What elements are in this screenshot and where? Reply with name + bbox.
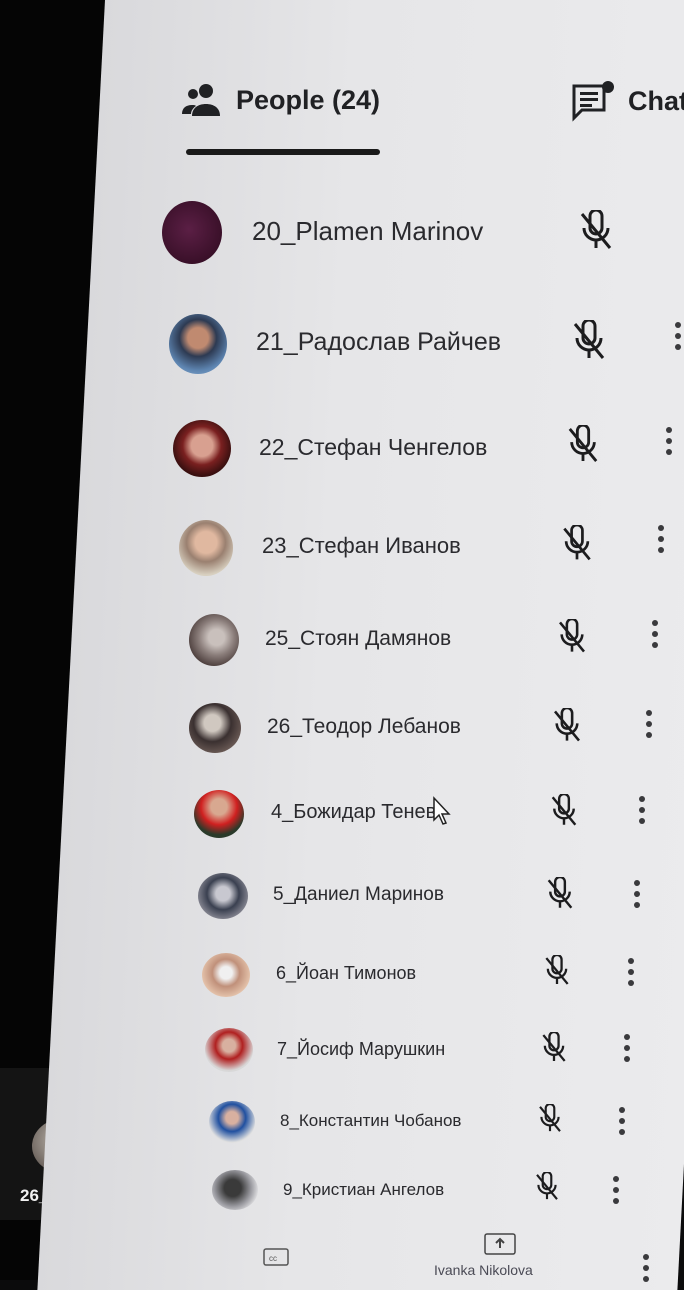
people-panel: People (24) Chat 20_Plamen Marinov 21_Ра…	[0, 0, 684, 1282]
more-options-icon[interactable]	[634, 880, 640, 908]
participant-name: 5_Даниел Маринов	[273, 884, 444, 905]
more-options-icon[interactable]	[613, 1176, 619, 1204]
mic-off-icon[interactable]	[536, 1104, 564, 1134]
presenter-name: Ivanka Nikolova	[434, 1262, 533, 1278]
participant-name: 21_Радослав Райчев	[256, 328, 502, 356]
mic-off-icon[interactable]	[566, 425, 600, 465]
avatar	[202, 953, 250, 997]
present-screen-icon[interactable]	[484, 1233, 516, 1255]
avatar	[189, 703, 241, 753]
mic-off-icon[interactable]	[578, 210, 614, 252]
avatar	[194, 790, 244, 838]
svg-text:cc: cc	[269, 1254, 277, 1263]
more-options-icon[interactable]	[624, 1034, 630, 1062]
more-options-icon[interactable]	[646, 710, 652, 738]
more-options-icon[interactable]	[666, 427, 672, 455]
avatar	[212, 1170, 258, 1210]
avatar	[169, 314, 227, 374]
tab-people-label: People (24)	[236, 84, 381, 115]
mic-off-icon[interactable]	[542, 955, 572, 987]
more-options-icon[interactable]	[619, 1107, 625, 1135]
participant-name: 7_Йосиф Марушкин	[277, 1039, 446, 1059]
mic-off-icon[interactable]	[560, 525, 594, 563]
mic-off-icon[interactable]	[533, 1172, 561, 1202]
chat-icon	[572, 81, 614, 122]
avatar	[198, 873, 248, 919]
more-options-icon[interactable]	[675, 322, 681, 350]
participant-name: 4_Божидар Тенев	[271, 801, 437, 823]
mic-off-icon[interactable]	[539, 1032, 569, 1064]
active-tab-indicator	[186, 149, 380, 155]
avatar	[179, 520, 233, 576]
avatar	[189, 614, 239, 666]
participant-name: 23_Стефан Иванов	[262, 533, 461, 558]
participant-name: 6_Йоан Тимонов	[276, 963, 417, 983]
mic-off-icon[interactable]	[571, 320, 607, 362]
participant-name: 22_Стефан Ченгелов	[259, 434, 488, 460]
participant-name: 20_Plamen Marinov	[252, 216, 484, 246]
captions-icon[interactable]: cc	[263, 1248, 289, 1266]
more-options-icon[interactable]	[628, 958, 634, 986]
participant-name: 25_Стоян Дамянов	[265, 627, 452, 650]
participant-name: 8_Константин Чобанов	[280, 1111, 462, 1130]
avatar	[162, 201, 222, 264]
people-icon	[182, 84, 220, 116]
mic-off-icon[interactable]	[545, 877, 575, 911]
more-options-icon[interactable]	[658, 525, 664, 553]
mic-off-icon[interactable]	[551, 708, 583, 744]
more-options-icon[interactable]	[639, 796, 645, 824]
participant-name: 9_Кристиан Ангелов	[283, 1180, 445, 1199]
tab-chat-label: Chat	[628, 85, 684, 116]
avatar	[209, 1101, 255, 1143]
avatar	[205, 1028, 253, 1072]
mic-off-icon[interactable]	[548, 794, 580, 828]
avatar	[173, 420, 231, 477]
mic-off-icon[interactable]	[556, 619, 588, 655]
cursor-pointer	[433, 796, 451, 825]
participant-name: 26_Теодор Лебанов	[267, 715, 461, 738]
more-options-icon[interactable]	[643, 1254, 649, 1282]
tab-people[interactable]: People (24)	[182, 82, 380, 118]
tab-chat[interactable]: Chat	[572, 80, 684, 122]
more-options-icon[interactable]	[652, 620, 658, 648]
